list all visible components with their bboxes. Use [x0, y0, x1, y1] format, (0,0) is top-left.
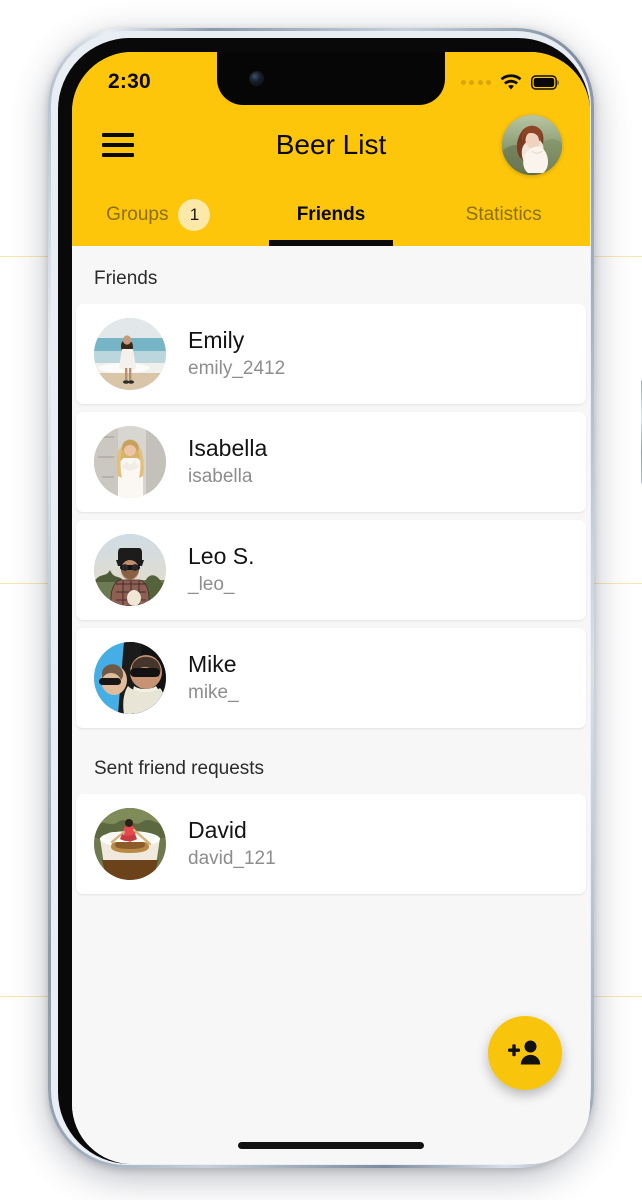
list-item-handle: isabella [188, 465, 253, 487]
list-item-text: Leo S. _leo_ [188, 544, 255, 595]
list-item-handle: mike_ [188, 681, 239, 703]
list-item-name: Leo S. [188, 543, 255, 570]
list-item[interactable]: Emily emily_2412 [76, 304, 586, 404]
phone-frame: 2:30 Beer List Groups 1 Friends Statisti… [48, 28, 642, 1168]
tab-groups-label: Groups [106, 204, 169, 225]
section-header-friends: Friends [94, 268, 158, 289]
avatar-beach-woman [94, 318, 166, 390]
status-bar-indicators [460, 73, 561, 91]
list-item-text: Mike mike_ [188, 652, 239, 703]
battery-full-icon [531, 74, 560, 90]
list-item-name: Isabella [188, 435, 268, 462]
wifi-icon [500, 73, 522, 91]
friends-list-content: Friends Emily emily_2412 Isabella isabel… [72, 246, 590, 1164]
screenshot-stage: 2:30 Beer List Groups 1 Friends Statisti… [0, 0, 642, 1200]
home-indicator-bar[interactable] [238, 1142, 424, 1149]
list-item-name: David [188, 817, 247, 844]
list-item-name: Emily [188, 327, 245, 354]
person-add-icon [507, 1038, 543, 1068]
signal-dots-icon [460, 79, 491, 85]
list-item-handle: _leo_ [188, 573, 235, 595]
avatar-blonde-woman [94, 426, 166, 498]
list-item-text: Emily emily_2412 [188, 328, 285, 379]
front-camera-icon [250, 72, 263, 85]
avatar[interactable] [502, 115, 562, 175]
list-item[interactable]: Mike mike_ [76, 628, 586, 728]
list-item-handle: david_121 [188, 847, 276, 869]
list-item-handle: emily_2412 [188, 357, 286, 379]
list-item-name: Mike [188, 651, 237, 678]
tab-bar: Groups 1 Friends Statistics [72, 184, 590, 246]
tab-groups[interactable]: Groups 1 [72, 184, 245, 246]
avatar-man-hat [94, 534, 166, 606]
list-item[interactable]: Isabella isabella [76, 412, 586, 512]
hamburger-menu-icon[interactable] [102, 133, 134, 157]
tab-groups-badge: 1 [178, 199, 211, 231]
list-item[interactable]: Leo S. _leo_ [76, 520, 586, 620]
tab-friends-label: Friends [296, 204, 366, 225]
display-notch [217, 52, 445, 105]
list-item-text: Isabella isabella [188, 436, 267, 487]
list-item-text: David david_121 [188, 818, 276, 869]
tab-active-indicator [268, 240, 394, 246]
avatar-beer-rower [94, 808, 166, 880]
phone-screen: 2:30 Beer List Groups 1 Friends Statisti… [72, 52, 590, 1164]
list-item[interactable]: David david_121 [76, 794, 586, 894]
section-header-sent-requests: Sent friend requests [94, 758, 265, 779]
status-bar-clock: 2:30 [108, 70, 151, 93]
navigation-bar: Beer List [72, 106, 590, 184]
avatar-man-sunglasses [94, 642, 166, 714]
tab-friends[interactable]: Friends [245, 184, 418, 246]
phone-bezel: 2:30 Beer List Groups 1 Friends Statisti… [58, 38, 590, 1164]
phone-frame-inner-band: 2:30 Beer List Groups 1 Friends Statisti… [51, 31, 591, 1165]
tab-statistics[interactable]: Statistics [417, 184, 590, 246]
tab-statistics-label: Statistics [465, 204, 542, 225]
add-friend-fab[interactable] [488, 1016, 562, 1090]
